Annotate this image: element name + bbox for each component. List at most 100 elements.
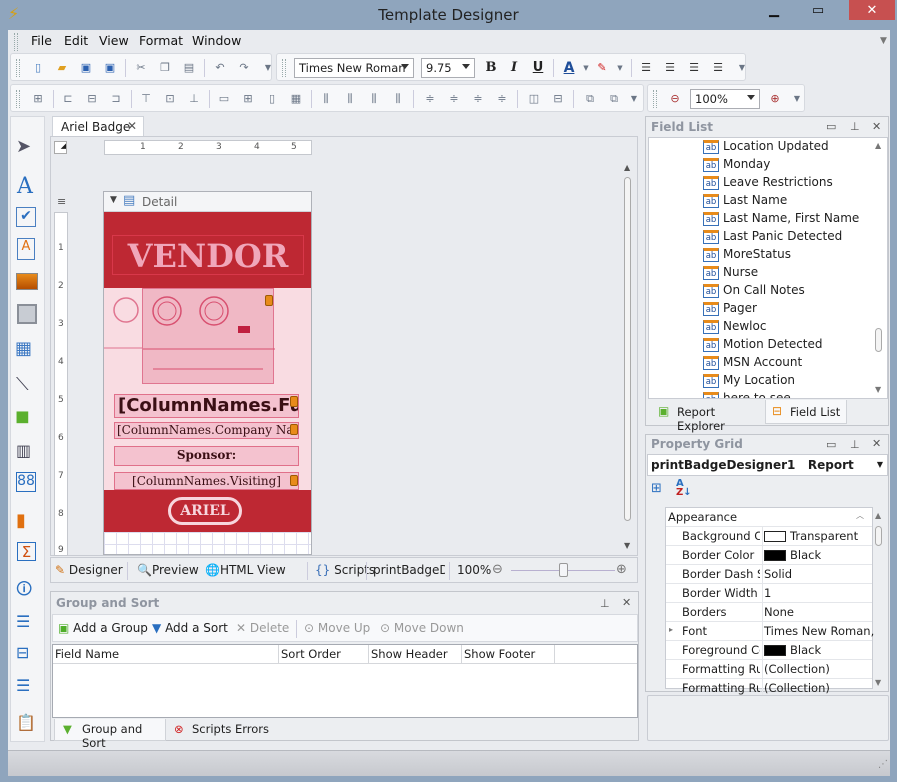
bold-button[interactable]: B	[482, 59, 500, 77]
scroll-up-icon[interactable]: ▲	[875, 511, 881, 520]
richtext-icon[interactable]: A	[17, 238, 35, 260]
field-list-item[interactable]: ab On Call Notes	[703, 283, 805, 301]
maximize-panel-icon[interactable]: ▭	[826, 120, 836, 133]
field-list-item[interactable]: ab Nurse	[703, 265, 758, 283]
menu-file[interactable]: File	[31, 33, 52, 48]
field-list-item[interactable]: ab Newloc	[703, 319, 766, 337]
property-grid-scroll-thumb[interactable]	[875, 526, 882, 546]
field-list-item[interactable]: ab Pager	[703, 301, 757, 319]
v-spacing-remove-icon[interactable]: ≑	[493, 90, 511, 108]
barcode-icon[interactable]: ▥	[16, 441, 40, 465]
table-icon[interactable]: ▦	[15, 338, 39, 362]
line-icon[interactable]: ⟍	[16, 374, 40, 398]
pin-icon[interactable]: ⊥	[850, 438, 860, 451]
property-row[interactable]: Foreground Col Black	[666, 641, 872, 660]
zoom-combo[interactable]: 100%	[690, 89, 760, 109]
highlight-dropdown-icon[interactable]: ▼	[611, 59, 629, 77]
property-grid-table[interactable]: Appearance ︿ Background Col Transparent Bo…	[665, 507, 874, 698]
field-list-tree[interactable]: ab Location Updated ab Monday ab Leave Restri…	[648, 137, 888, 399]
property-row[interactable]: Border Width 1	[666, 584, 872, 603]
field-list-item[interactable]: ab Last Name, First Name	[703, 211, 859, 229]
align-bottoms-icon[interactable]: ⊥	[185, 90, 203, 108]
company-name-field[interactable]: [ColumnNames.Company Nam	[114, 422, 299, 439]
minimize-button[interactable]: ▁	[756, 0, 792, 20]
v-spacing-decrease-icon[interactable]: ≑	[469, 90, 487, 108]
align-centers-icon[interactable]: ⊟	[83, 90, 101, 108]
column-header-show-footer[interactable]: Show Footer	[462, 645, 555, 664]
v-spacing-increase-icon[interactable]: ≑	[445, 90, 463, 108]
tab-group-and-sort[interactable]: ▼ Group and Sort	[54, 719, 166, 750]
checkbox-icon[interactable]: ✔	[16, 207, 36, 227]
close-panel-icon[interactable]: ✕	[872, 437, 881, 450]
field-list-item[interactable]: ab Motion Detected	[703, 337, 823, 355]
close-panel-icon[interactable]: ✕	[622, 596, 631, 609]
ariel-logo[interactable]: ARIEL	[168, 497, 242, 525]
categorized-view-icon[interactable]: ⊞	[651, 481, 662, 496]
tab-report-explorer[interactable]: ▣ Report Explorer	[648, 400, 764, 433]
property-row[interactable]: ▸ Font Times New Roman,...	[666, 622, 874, 641]
toolbar-grip[interactable]	[16, 90, 20, 108]
zoom-out-icon[interactable]: ⊖	[666, 90, 684, 108]
band-menu-icon[interactable]: ≡	[57, 195, 66, 208]
tab-scripts-errors[interactable]: ⊗ Scripts Errors	[170, 719, 270, 741]
canvas-vertical-scrollbar[interactable]: ▲ ▼	[622, 163, 634, 553]
h-spacing-increase-icon[interactable]: ⫼	[341, 90, 359, 108]
toolbar-overflow-icon[interactable]: ▼	[788, 90, 806, 108]
center-horizontally-icon[interactable]: ◫	[525, 90, 543, 108]
close-panel-icon[interactable]: ✕	[872, 120, 881, 133]
undo-icon[interactable]: ↶	[211, 59, 229, 77]
badge-photo-picture[interactable]	[142, 288, 275, 384]
property-value[interactable]: Black	[762, 546, 874, 565]
pointer-icon[interactable]: ➤	[16, 136, 40, 160]
menu-view[interactable]: View	[99, 33, 129, 48]
field-list-item[interactable]: ab Last Name	[703, 193, 787, 211]
align-rights-icon[interactable]: ⊐	[107, 90, 125, 108]
property-value[interactable]: None	[762, 603, 874, 622]
alphabetical-sort-icon[interactable]: A Z↓	[676, 479, 692, 498]
align-left-icon[interactable]: ☰	[637, 59, 655, 77]
save-all-icon[interactable]: ▣	[101, 59, 119, 77]
resize-grip-icon[interactable]: ⋰	[878, 759, 888, 770]
redo-icon[interactable]: ↷	[235, 59, 253, 77]
highlight-icon[interactable]: ✎	[593, 59, 611, 77]
column-header-field-name[interactable]: Field Name	[53, 645, 279, 664]
badge-title-label[interactable]: VENDOR	[112, 235, 304, 275]
property-row[interactable]: Background Col Transparent	[666, 527, 872, 546]
collapse-icon[interactable]: ▼	[110, 195, 117, 205]
font-name-combo[interactable]: Times New Roman	[294, 58, 414, 78]
add-sort-button[interactable]: ▼ Add a Sort	[152, 621, 228, 635]
field-list-scroll-thumb[interactable]	[875, 328, 882, 352]
visiting-field[interactable]: [ColumnNames.Visiting]	[114, 472, 299, 490]
add-group-button[interactable]: ▣ Add a Group	[58, 621, 148, 635]
property-value[interactable]: Transparent	[762, 527, 874, 546]
zoom-slider-thumb[interactable]	[559, 563, 568, 577]
new-icon[interactable]: ▯	[29, 59, 47, 77]
h-spacing-equal-icon[interactable]: ⫼	[317, 90, 335, 108]
menu-overflow-icon[interactable]: ▼	[880, 36, 887, 46]
move-up-button[interactable]: ⊙ Move Up	[304, 621, 370, 635]
column-header-show-header[interactable]: Show Header	[369, 645, 462, 664]
object-selector[interactable]: printBadgeDesigner1 Report ▼	[647, 454, 888, 476]
field-list-item[interactable]: ab Monday	[703, 157, 770, 175]
field-list-item[interactable]: ab MSN Account	[703, 355, 802, 373]
menu-edit[interactable]: Edit	[64, 33, 88, 48]
h-spacing-remove-icon[interactable]: ⫼	[389, 90, 407, 108]
toolbar-grip[interactable]	[653, 90, 657, 108]
field-list-item[interactable]: ab Last Panic Detected	[703, 229, 842, 247]
justify-icon[interactable]: ☰	[709, 59, 727, 77]
same-width-icon[interactable]: ▭	[215, 90, 233, 108]
subreport-icon[interactable]: 📋	[16, 713, 40, 737]
full-name-field[interactable]: [ColumnNames.Fu	[114, 394, 299, 418]
field-list-item[interactable]: ab Leave Restrictions	[703, 175, 833, 193]
label-icon[interactable]: A	[17, 174, 41, 199]
zoom-in-icon[interactable]: ⊕	[616, 562, 627, 577]
field-list-item[interactable]: ab My Location	[703, 373, 795, 391]
close-button[interactable]: ✕	[849, 0, 895, 20]
tab-designer[interactable]: ✎ Designer	[55, 563, 123, 577]
align-tops-icon[interactable]: ⊤	[137, 90, 155, 108]
zipcode-icon[interactable]: 88	[16, 472, 36, 492]
sponsor-label[interactable]: Sponsor:	[114, 446, 299, 466]
tab-field-list[interactable]: ⊟ Field List	[765, 400, 847, 424]
align-lefts-icon[interactable]: ⊏	[59, 90, 77, 108]
paste-icon[interactable]: ▤	[180, 59, 198, 77]
